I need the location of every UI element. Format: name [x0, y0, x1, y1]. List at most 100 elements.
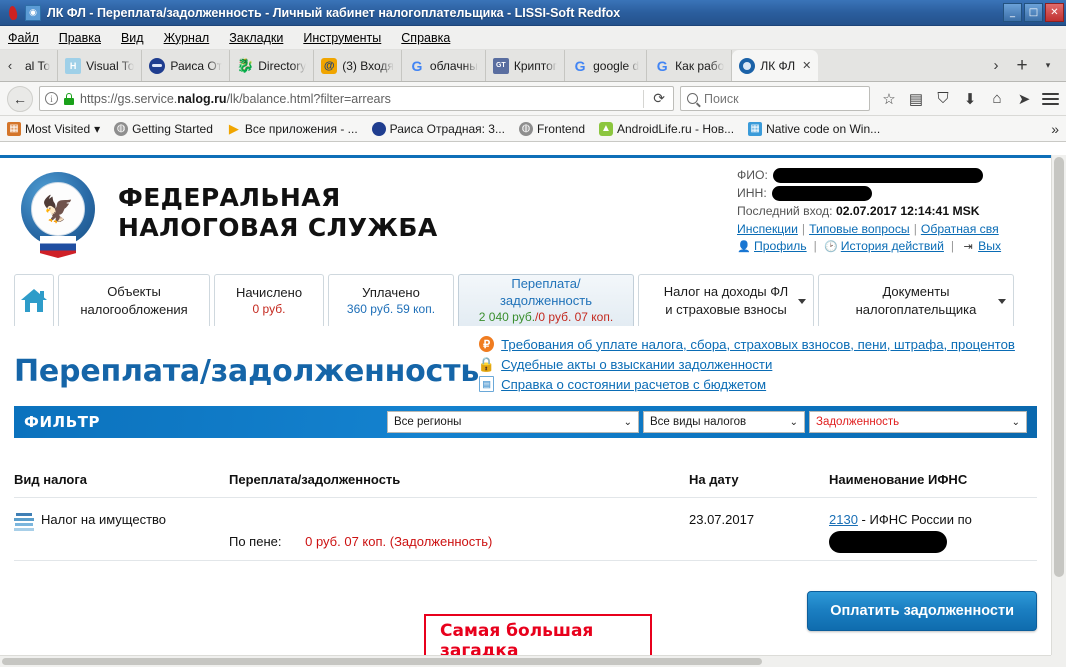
tax-name: Налог на имущество: [41, 512, 167, 527]
link-profile[interactable]: Профиль: [754, 239, 807, 253]
menu-icon[interactable]: [1042, 92, 1059, 105]
doc-link-court-acts[interactable]: 🔒 Судебные акты о взыскании задолженност…: [477, 355, 1037, 372]
chevron-down-icon[interactable]: [998, 298, 1006, 304]
profile-icon: 👤: [737, 240, 751, 253]
cell-ifns: 2130 - ИФНС России по: [829, 512, 1037, 553]
menu-edit[interactable]: Правка: [59, 31, 101, 45]
reload-icon[interactable]: ⟳: [650, 90, 668, 107]
browser-tab[interactable]: al To: [18, 50, 59, 81]
bookmark-label: Frontend: [536, 121, 585, 136]
doc-link-requirements[interactable]: ₽ Требования об уплате налога, сбора, ст…: [479, 336, 1037, 352]
browser-tab[interactable]: 🐉 Directory: [230, 50, 315, 81]
nav-tab-label: Документы налогоплательщика: [855, 284, 977, 317]
nav-tab-income-tax[interactable]: Налог на доходы ФЛ и страховые взносы: [638, 274, 814, 326]
vertical-scrollbar-thumb[interactable]: [1054, 157, 1064, 577]
bookmark-item[interactable]: ◍ Frontend: [518, 121, 585, 136]
window-menu-icon[interactable]: ◉: [25, 4, 41, 21]
home-icon[interactable]: ⌂: [988, 90, 1006, 107]
lock-icon: 🔒: [477, 355, 496, 372]
menu-file[interactable]: Файл: [8, 31, 39, 45]
reading-list-icon[interactable]: ▤: [907, 90, 925, 108]
link-faq[interactable]: Типовые вопросы: [809, 222, 910, 236]
title-and-links-row: Переплата/задолженность ₽ Требования об …: [14, 336, 1037, 396]
link-action-history[interactable]: История действий: [841, 239, 944, 253]
nav-tab-overpayment-debt[interactable]: Переплата/задолженность 2 040 руб./0 руб…: [458, 274, 634, 326]
minimize-button[interactable]: _: [1003, 3, 1022, 22]
send-icon[interactable]: ➤: [1015, 90, 1033, 108]
tab-scroll-right-icon[interactable]: ›: [984, 53, 1008, 79]
nav-tab-paid[interactable]: Уплачено 360 руб. 59 коп.: [328, 274, 454, 326]
new-tab-button[interactable]: +: [1010, 53, 1034, 79]
horizontal-scrollbar-thumb[interactable]: [2, 658, 762, 665]
browser-tab[interactable]: G Как рабо: [647, 50, 733, 81]
back-button[interactable]: ←: [7, 85, 33, 112]
google-icon: G: [574, 57, 586, 74]
link-logout[interactable]: Вых: [978, 239, 1001, 253]
browser-tab[interactable]: G облачны: [402, 50, 486, 81]
ifns-code-link[interactable]: 2130: [829, 512, 858, 527]
bookmark-label: AndroidLife.ru - Нов...: [617, 121, 735, 136]
book-icon: ▦: [7, 121, 21, 136]
browser-tab[interactable]: @ (3) Входя: [314, 50, 402, 81]
bookmark-item[interactable]: Раиса Отрадная: 3...: [371, 121, 505, 136]
browser-tab[interactable]: G google d: [565, 50, 648, 81]
tab-label: Раиса От: [170, 58, 223, 73]
bookmark-item[interactable]: ▶ Все приложения - ...: [227, 121, 358, 136]
chevron-down-icon: ⌄: [623, 416, 632, 428]
menu-history[interactable]: Журнал: [164, 31, 210, 45]
maximize-button[interactable]: □: [1024, 3, 1043, 22]
menu-help[interactable]: Справка: [401, 31, 450, 45]
menu-view[interactable]: Вид: [121, 31, 144, 45]
bookmark-item[interactable]: ▦ Native code on Win...: [748, 121, 880, 136]
filter-title: ФИЛЬТР: [24, 413, 101, 431]
close-button[interactable]: ✕: [1045, 3, 1064, 22]
bookmarks-overflow-icon[interactable]: »: [1051, 121, 1059, 137]
browser-tab[interactable]: GT Криптог: [486, 50, 566, 81]
doc-link-label[interactable]: Справка о состоянии расчетов с бюджетом: [501, 377, 766, 392]
nav-tab-home[interactable]: [14, 274, 54, 326]
tab-close-icon[interactable]: ✕: [802, 59, 811, 72]
google-icon: G: [411, 57, 423, 74]
horizontal-scrollbar[interactable]: [0, 655, 1051, 667]
browser-tab[interactable]: H Visual To: [58, 50, 143, 81]
url-bar[interactable]: i https://gs.service.nalog.ru/lk/balance…: [39, 86, 674, 111]
shield-icon[interactable]: ⛉: [934, 90, 952, 107]
filter-bar: ФИЛЬТР Все регионы ⌄ Все виды налогов ⌄ …: [14, 406, 1037, 438]
tab-label: Криптог: [513, 58, 558, 73]
doc-link-budget-statement[interactable]: ▤ Справка о состоянии расчетов с бюджето…: [479, 376, 1037, 392]
bookmark-item[interactable]: ▦ Most Visited ▾: [7, 121, 100, 136]
menu-tools[interactable]: Инструменты: [303, 31, 381, 45]
pay-debts-button[interactable]: Оплатить задолженности: [807, 591, 1037, 631]
browser-tab-active[interactable]: ЛК ФЛ ✕: [732, 50, 819, 81]
bookmarks-bar: ▦ Most Visited ▾ ◍ Getting Started ▶ Все…: [0, 116, 1066, 142]
tax-type-select[interactable]: Все виды налогов ⌄: [643, 411, 805, 433]
browser-tab[interactable]: Раиса От: [142, 50, 231, 81]
bookmark-item[interactable]: ▲ AndroidLife.ru - Нов...: [599, 121, 735, 136]
menu-bookmarks[interactable]: Закладки: [229, 31, 283, 45]
column-header-tax-type: Вид налога: [14, 472, 87, 487]
tab-label: (3) Входя: [342, 58, 394, 73]
debt-table: Вид налога Переплата/задолженность На да…: [14, 472, 1037, 561]
site-identity-icon[interactable]: i: [45, 92, 58, 105]
cell-date: 23.07.2017: [689, 512, 755, 527]
downloads-icon[interactable]: ⬇: [961, 90, 979, 108]
tax-type-select-value: Все виды налогов: [650, 416, 747, 428]
vertical-scrollbar[interactable]: [1051, 155, 1066, 655]
link-feedback[interactable]: Обратная свя: [921, 222, 999, 236]
region-select[interactable]: Все регионы ⌄: [387, 411, 639, 433]
nav-tab-objects[interactable]: Объекты налогообложения: [58, 274, 210, 326]
window-title: ЛК ФЛ - Переплата/задолженность - Личный…: [47, 5, 621, 20]
nav-tab-documents[interactable]: Документы налогоплательщика: [818, 274, 1014, 326]
chevron-down-icon[interactable]: [798, 298, 806, 304]
annotation-box: Самая большая загадка: [424, 614, 652, 655]
tab-scroll-left-icon[interactable]: ‹: [2, 50, 18, 81]
doc-link-label[interactable]: Требования об уплате налога, сбора, стра…: [501, 337, 1015, 352]
bookmark-item[interactable]: ◍ Getting Started: [114, 121, 213, 136]
link-inspections[interactable]: Инспекции: [737, 222, 798, 236]
doc-link-label[interactable]: Судебные акты о взыскании задолженности: [501, 357, 772, 372]
status-select[interactable]: Задолженность ⌄: [809, 411, 1027, 433]
search-input[interactable]: Поиск: [680, 86, 870, 111]
list-all-tabs-icon[interactable]: ▾: [1036, 53, 1060, 79]
nav-tab-accrued[interactable]: Начислено 0 руб.: [214, 274, 324, 326]
bookmark-star-icon[interactable]: ☆: [880, 90, 898, 108]
